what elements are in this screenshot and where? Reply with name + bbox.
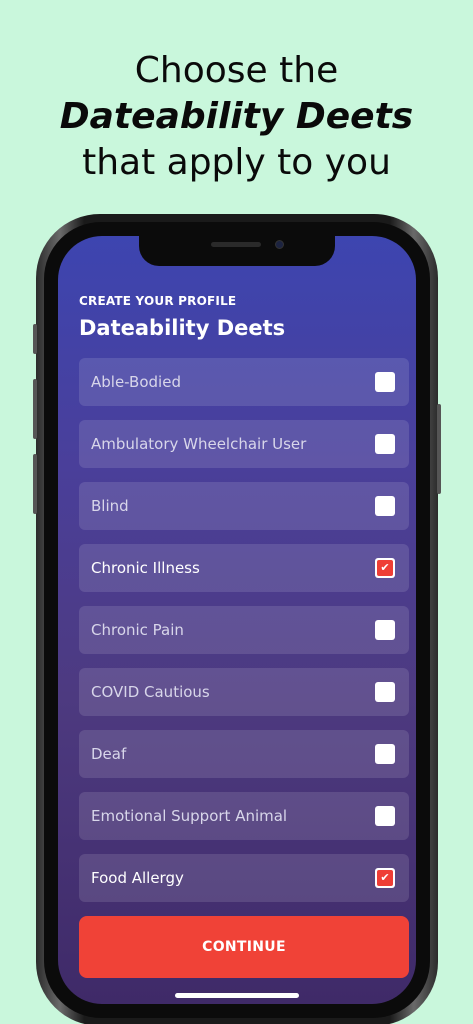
headline-line-1: Choose the [134, 50, 339, 91]
option-label: COVID Cautious [91, 683, 210, 701]
power-button [437, 404, 441, 494]
option-deaf[interactable]: Deaf ✔ [79, 730, 409, 778]
check-icon: ✔ [377, 870, 393, 886]
check-icon: ✔ [377, 560, 393, 576]
option-ambulatory-wheelchair-user[interactable]: Ambulatory Wheelchair User ✔ [79, 420, 409, 468]
headline-line-2: Dateability Deets [59, 96, 414, 137]
volume-up-button [33, 379, 37, 439]
checkbox[interactable]: ✔ [375, 620, 395, 640]
option-emotional-support-animal[interactable]: Emotional Support Animal ✔ [79, 792, 409, 840]
continue-button[interactable]: CONTINUE [79, 916, 409, 978]
option-chronic-pain[interactable]: Chronic Pain ✔ [79, 606, 409, 654]
option-label: Blind [91, 497, 129, 515]
option-label: Emotional Support Animal [91, 807, 288, 825]
section-subtitle: CREATE YOUR PROFILE [79, 294, 237, 308]
option-covid-cautious[interactable]: COVID Cautious ✔ [79, 668, 409, 716]
app-screen: CREATE YOUR PROFILE Dateability Deets Ab… [58, 236, 416, 1004]
checkbox[interactable]: ✔ [375, 744, 395, 764]
option-label: Chronic Illness [91, 559, 200, 577]
option-food-allergy[interactable]: Food Allergy ✔ [79, 854, 409, 902]
options-list: Able-Bodied ✔ Ambulatory Wheelchair User… [79, 358, 409, 916]
notch [139, 236, 335, 266]
checkbox[interactable]: ✔ [375, 868, 395, 888]
checkbox[interactable]: ✔ [375, 806, 395, 826]
option-label: Food Allergy [91, 869, 184, 887]
option-chronic-illness[interactable]: Chronic Illness ✔ [79, 544, 409, 592]
checkbox[interactable]: ✔ [375, 682, 395, 702]
option-label: Ambulatory Wheelchair User [91, 435, 307, 453]
option-label: Chronic Pain [91, 621, 184, 639]
checkbox[interactable]: ✔ [375, 496, 395, 516]
checkbox[interactable]: ✔ [375, 558, 395, 578]
checkbox[interactable]: ✔ [375, 434, 395, 454]
mute-switch [33, 324, 37, 354]
checkbox[interactable]: ✔ [375, 372, 395, 392]
option-able-bodied[interactable]: Able-Bodied ✔ [79, 358, 409, 406]
headline-line-3: that apply to you [82, 142, 391, 183]
option-blind[interactable]: Blind ✔ [79, 482, 409, 530]
speaker-grille [211, 242, 261, 247]
page-title: Dateability Deets [79, 316, 286, 340]
camera-icon [275, 240, 284, 249]
option-label: Deaf [91, 745, 127, 763]
phone-frame: CREATE YOUR PROFILE Dateability Deets Ab… [33, 214, 441, 1024]
home-indicator [175, 993, 299, 998]
phone-bezel: CREATE YOUR PROFILE Dateability Deets Ab… [44, 222, 430, 1018]
volume-down-button [33, 454, 37, 514]
option-label: Able-Bodied [91, 373, 181, 391]
promo-headline: Choose the Dateability Deets that apply … [0, 48, 473, 186]
